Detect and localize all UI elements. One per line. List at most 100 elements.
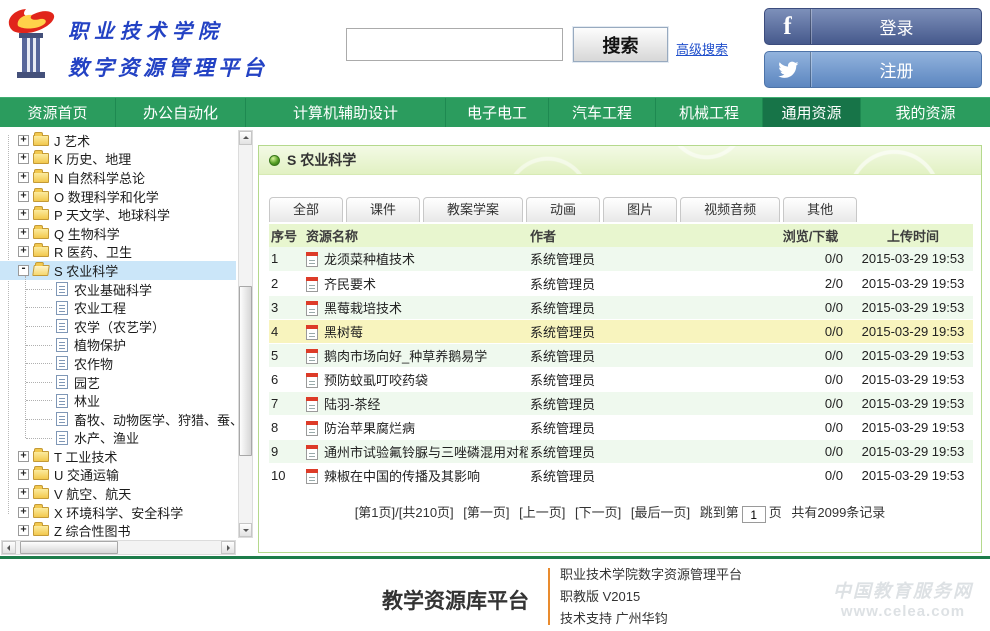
tree-subitem[interactable]: 畜牧、动物医学、狩猎、蚕、蜂 [0, 410, 236, 429]
tree-subitem[interactable]: 农作物 [0, 354, 236, 373]
table-row[interactable]: 5 鹅肉市场向好_种草养鹅易学 系统管理员 0/0 2015-03-29 19:… [269, 343, 973, 367]
nav-item-mechanical[interactable]: 机械工程 [656, 98, 763, 127]
resource-link[interactable]: 陆羽-茶经 [324, 397, 380, 412]
tab-animation[interactable]: 动画 [526, 197, 600, 222]
tab-other[interactable]: 其他 [783, 197, 857, 222]
login-button[interactable]: f 登录 [764, 8, 982, 45]
tree-subitem[interactable]: 林业 [0, 391, 236, 410]
jump-page-input[interactable] [742, 506, 766, 523]
tree-subitem[interactable]: 水产、渔业 [0, 429, 236, 448]
resource-table: 序号 资源名称 作者 浏览/下载 上传时间 1 龙须菜种植技术 系统管理员 0/… [269, 224, 973, 488]
expand-plus-icon[interactable] [18, 488, 29, 499]
search-input[interactable] [346, 28, 563, 61]
tree-subitem[interactable]: 农业基础科学 [0, 280, 236, 299]
nav-item-general[interactable]: 通用资源 [763, 98, 861, 127]
resource-link[interactable]: 预防蚊虱叮咬药袋 [324, 373, 428, 388]
nav-item-electronics[interactable]: 电子电工 [446, 98, 549, 127]
tab-courseware[interactable]: 课件 [346, 197, 420, 222]
expand-plus-icon[interactable] [18, 209, 29, 220]
tree-item-O[interactable]: O 数理科学和化学 [0, 187, 236, 206]
tree-item-R[interactable]: R 医药、卫生 [0, 243, 236, 262]
first-page-link[interactable]: [第一页] [463, 505, 509, 520]
tree-item-U[interactable]: U 交通运输 [0, 466, 236, 485]
resource-link[interactable]: 黑莓栽培技术 [324, 301, 402, 316]
row-time: 2015-03-29 19:53 [853, 367, 973, 391]
tree-item-P[interactable]: P 天文学、地球科学 [0, 205, 236, 224]
tab-lesson-plans[interactable]: 教案学案 [423, 197, 523, 222]
row-views: 0/0 [768, 319, 853, 343]
table-row[interactable]: 9 通州市试验氟铃脲与三唑磷混用对稻 系统管理员 0/0 2015-03-29 … [269, 439, 973, 463]
expand-plus-icon[interactable] [18, 525, 29, 536]
tree-item-T[interactable]: T 工业技术 [0, 447, 236, 466]
nav-item-cad[interactable]: 计算机辅助设计 [246, 98, 446, 127]
nav-item-home[interactable]: 资源首页 [0, 98, 116, 127]
expand-plus-icon[interactable] [18, 451, 29, 462]
resource-link[interactable]: 鹅肉市场向好_种草养鹅易学 [324, 349, 487, 364]
row-index: 5 [269, 343, 304, 367]
tree-subitem[interactable]: 园艺 [0, 373, 236, 392]
last-page-link[interactable]: [最后一页] [631, 505, 690, 520]
table-row-highlighted[interactable]: 4 黑树莓 系统管理员 0/0 2015-03-29 19:53 [269, 319, 973, 343]
scroll-left-arrow-icon[interactable] [2, 541, 16, 554]
table-row[interactable]: 3 黑莓栽培技术 系统管理员 0/0 2015-03-29 19:53 [269, 295, 973, 319]
horizontal-scrollbar-thumb[interactable] [20, 541, 118, 554]
pdf-file-icon [306, 373, 318, 388]
nav-item-office[interactable]: 办公自动化 [116, 98, 246, 127]
header-views: 浏览/下载 [768, 224, 853, 247]
document-list-icon [56, 431, 68, 445]
table-row[interactable]: 6 预防蚊虱叮咬药袋 系统管理员 0/0 2015-03-29 19:53 [269, 367, 973, 391]
expand-plus-icon[interactable] [18, 469, 29, 480]
expand-plus-icon[interactable] [18, 135, 29, 146]
vertical-scrollbar[interactable] [238, 130, 253, 538]
resource-link[interactable]: 辣椒在中国的传播及其影响 [324, 469, 480, 484]
resource-link[interactable]: 齐民要术 [324, 277, 376, 292]
scroll-down-arrow-icon[interactable] [239, 523, 252, 537]
search-button[interactable]: 搜索 [573, 27, 668, 62]
table-row[interactable]: 7 陆羽-茶经 系统管理员 0/0 2015-03-29 19:53 [269, 391, 973, 415]
resource-link[interactable]: 龙须菜种植技术 [324, 252, 415, 267]
table-row[interactable]: 8 防治苹果腐烂病 系统管理员 0/0 2015-03-29 19:53 [269, 415, 973, 439]
tree-item-N[interactable]: N 自然科学总论 [0, 168, 236, 187]
logo-line2: 数字资源管理平台 [68, 52, 268, 82]
resource-link[interactable]: 通州市试验氟铃脲与三唑磷混用对稻 [324, 445, 528, 460]
tree-subitem[interactable]: 农学（农艺学） [0, 317, 236, 336]
row-author: 系统管理员 [528, 271, 768, 295]
scroll-up-arrow-icon[interactable] [239, 131, 252, 145]
tab-images[interactable]: 图片 [603, 197, 677, 222]
next-page-link[interactable]: [下一页] [575, 505, 621, 520]
document-list-icon [56, 282, 68, 296]
expand-plus-icon[interactable] [18, 191, 29, 202]
expand-plus-icon[interactable] [18, 153, 29, 164]
tree-item-S-selected[interactable]: S 农业科学 [0, 261, 236, 280]
scroll-right-arrow-icon[interactable] [221, 541, 235, 554]
expand-plus-icon[interactable] [18, 246, 29, 257]
table-row[interactable]: 10 辣椒在中国的传播及其影响 系统管理员 0/0 2015-03-29 19:… [269, 463, 973, 487]
tree-item-Z[interactable]: Z 综合性图书 [0, 521, 236, 538]
resource-link[interactable]: 黑树莓 [324, 325, 363, 340]
table-row[interactable]: 2 齐民要术 系统管理员 2/0 2015-03-29 19:53 [269, 271, 973, 295]
tab-av[interactable]: 视频音频 [680, 197, 780, 222]
prev-page-link[interactable]: [上一页] [519, 505, 565, 520]
vertical-scrollbar-thumb[interactable] [239, 286, 252, 456]
expand-plus-icon[interactable] [18, 228, 29, 239]
advanced-search-link[interactable]: 高级搜索 [676, 39, 728, 58]
table-header-row: 序号 资源名称 作者 浏览/下载 上传时间 [269, 224, 973, 247]
nav-item-automotive[interactable]: 汽车工程 [549, 98, 656, 127]
collapse-minus-icon[interactable] [18, 265, 29, 276]
table-row[interactable]: 1 龙须菜种植技术 系统管理员 0/0 2015-03-29 19:53 [269, 247, 973, 271]
tree-subitem[interactable]: 植物保护 [0, 336, 236, 355]
tree-item-Q[interactable]: Q 生物科学 [0, 224, 236, 243]
tree-item-J[interactable]: J 艺术 [0, 131, 236, 150]
green-bullet-icon [269, 155, 280, 166]
register-button[interactable]: 注册 [764, 51, 982, 88]
nav-item-my-resources[interactable]: 我的资源 [861, 98, 990, 127]
tree-subitem[interactable]: 农业工程 [0, 298, 236, 317]
tree-item-K[interactable]: K 历史、地理 [0, 150, 236, 169]
tab-all[interactable]: 全部 [269, 197, 343, 222]
expand-plus-icon[interactable] [18, 172, 29, 183]
tree-item-V[interactable]: V 航空、航天 [0, 484, 236, 503]
resource-link[interactable]: 防治苹果腐烂病 [324, 421, 415, 436]
horizontal-scrollbar[interactable] [1, 540, 236, 555]
expand-plus-icon[interactable] [18, 507, 29, 518]
tree-item-X[interactable]: X 环境科学、安全科学 [0, 503, 236, 522]
